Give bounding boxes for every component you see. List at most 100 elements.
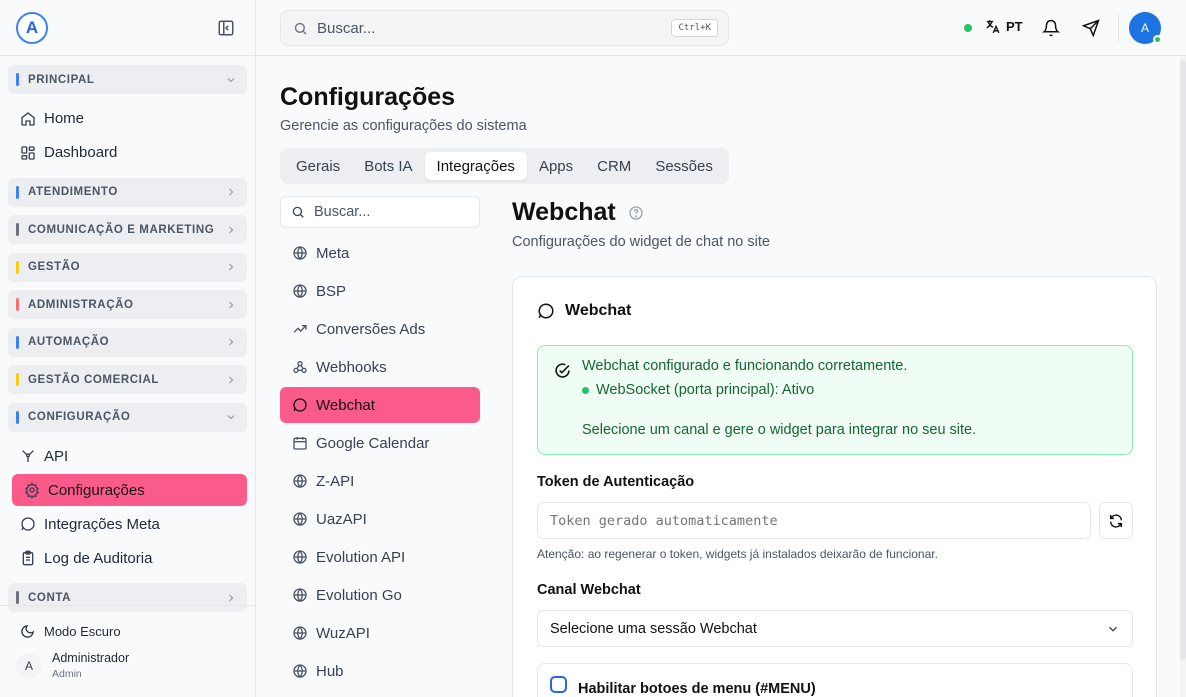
- dark-mode-label: Modo Escuro: [44, 623, 121, 639]
- tab-integracoes[interactable]: Integrações: [424, 152, 527, 180]
- sidebar-nav: PRINCIPAL Home Dashboard ATENDIMENTO COM…: [0, 56, 255, 612]
- global-search-input[interactable]: Buscar... Ctrl+K: [280, 10, 729, 46]
- integration-item-google-calendar[interactable]: Google Calendar: [280, 425, 480, 461]
- online-status-dot: [1153, 35, 1162, 44]
- integration-label: Z-API: [316, 472, 355, 490]
- alert-message: Webchat configurado e funcionando corret…: [582, 358, 908, 374]
- sidebar-collapse-icon[interactable]: [217, 19, 235, 37]
- trending-up-icon: [293, 325, 307, 333]
- integration-item-hub[interactable]: Hub: [280, 653, 480, 689]
- sidebar-item-configuracoes[interactable]: Configurações: [12, 474, 247, 506]
- regenerate-token-button[interactable]: [1099, 502, 1133, 539]
- tab-crm[interactable]: CRM: [585, 152, 643, 180]
- user-name: Administrador: [52, 651, 130, 665]
- group-color-bar: [16, 373, 19, 386]
- main-scrollbar[interactable]: [1180, 56, 1186, 697]
- group-label: GESTÃO: [28, 261, 81, 273]
- group-gestao[interactable]: GESTÃO: [8, 252, 247, 282]
- integration-item-webhooks[interactable]: Webhooks: [280, 349, 480, 385]
- topbar-divider: [1118, 14, 1119, 42]
- tab-gerais[interactable]: Gerais: [284, 152, 352, 180]
- message-circle-icon: [21, 517, 35, 531]
- websocket-status-text: WebSocket (porta principal): Ativo: [596, 382, 815, 398]
- group-atendimento[interactable]: ATENDIMENTO: [8, 177, 247, 207]
- group-comunicacao-marketing[interactable]: COMUNICAÇÃO E MARKETING: [8, 215, 247, 244]
- dark-mode-toggle[interactable]: Modo Escuro: [20, 620, 235, 642]
- group-color-bar: [16, 335, 19, 349]
- channel-select-value: Selecione uma sessão Webchat: [550, 620, 757, 637]
- chevron-down-icon: [1109, 626, 1117, 632]
- chevron-right-icon: [229, 338, 234, 346]
- sidebar-footer: Modo Escuro A Administrador Admin: [0, 605, 255, 697]
- group-principal[interactable]: PRINCIPAL: [8, 65, 247, 94]
- webhook-icon: [293, 361, 307, 373]
- api-icon: [22, 450, 34, 462]
- group-administracao[interactable]: ADMINISTRAÇÃO: [8, 290, 247, 319]
- sidebar-item-log-auditoria[interactable]: Log de Auditoria: [8, 542, 247, 574]
- group-color-bar: [16, 260, 19, 274]
- integration-item-webchat[interactable]: Webchat: [280, 387, 480, 423]
- user-avatar-button[interactable]: A: [1129, 12, 1162, 44]
- menu-buttons-checkbox[interactable]: [550, 676, 567, 693]
- tab-sessoes[interactable]: Sessões: [643, 152, 725, 180]
- connection-status-dot: [964, 24, 972, 32]
- check-circle-icon: [555, 363, 570, 378]
- tab-bots-ia[interactable]: Bots IA: [352, 152, 424, 180]
- integration-item-evolution-go[interactable]: Evolution Go: [280, 577, 480, 613]
- integration-item-uazapi[interactable]: UazAPI: [280, 501, 480, 537]
- globe-icon: [293, 284, 307, 299]
- user-menu[interactable]: A Administrador Admin: [16, 651, 235, 680]
- integration-label: Webhooks: [316, 358, 387, 376]
- group-label: CONFIGURAÇÃO: [28, 411, 131, 423]
- integration-item-evolution-api[interactable]: Evolution API: [280, 539, 480, 575]
- token-hint: Atenção: ao regenerar o token, widgets j…: [537, 547, 938, 561]
- token-label: Token de Autenticação: [537, 474, 695, 490]
- user-avatar: A: [16, 652, 42, 679]
- sidebar-item-dashboard[interactable]: Dashboard: [8, 137, 247, 169]
- integration-label: Webchat: [316, 396, 375, 414]
- integration-item-bsp[interactable]: BSP: [280, 273, 480, 309]
- menu-buttons-option: Habilitar botoes de menu (#MENU): [537, 663, 1133, 697]
- tab-apps[interactable]: Apps: [527, 152, 585, 180]
- globe-icon: [293, 588, 307, 603]
- search-placeholder: Buscar...: [317, 19, 376, 37]
- chevron-right-icon: [229, 226, 234, 233]
- group-label: GESTÃO COMERCIAL: [28, 373, 159, 386]
- globe-icon: [293, 550, 307, 565]
- group-configuracao[interactable]: CONFIGURAÇÃO: [8, 402, 247, 432]
- group-label: PRINCIPAL: [28, 73, 95, 86]
- app-logo[interactable]: A: [16, 11, 48, 44]
- integration-label: BSP: [316, 282, 347, 300]
- user-role: Admin: [52, 668, 82, 680]
- send-icon[interactable]: [1082, 19, 1100, 37]
- help-circle-icon[interactable]: [628, 205, 644, 221]
- integration-label: Evolution API: [316, 548, 406, 566]
- search-shortcut: Ctrl+K: [671, 19, 718, 37]
- integration-item-conversoes-ads[interactable]: Conversões Ads: [280, 311, 480, 347]
- group-color-bar: [16, 185, 19, 199]
- group-label: CONTA: [28, 591, 72, 604]
- token-input[interactable]: [537, 502, 1091, 539]
- scrollbar-thumb[interactable]: [1180, 60, 1186, 660]
- integration-item-meta[interactable]: Meta: [280, 235, 480, 271]
- group-color-bar: [16, 410, 19, 424]
- chevron-right-icon: [229, 263, 234, 271]
- integrations-search-input[interactable]: Buscar...: [280, 196, 480, 228]
- channel-select[interactable]: Selecione uma sessão Webchat: [537, 610, 1133, 647]
- webchat-title: Webchat: [512, 198, 644, 227]
- group-color-bar: [16, 591, 19, 604]
- sidebar-item-api[interactable]: API: [8, 440, 247, 472]
- settings-tabs: Gerais Bots IA Integrações Apps CRM Sess…: [280, 148, 729, 184]
- moon-icon: [21, 624, 34, 638]
- bell-icon[interactable]: [1042, 19, 1060, 37]
- sidebar-item-home[interactable]: Home: [8, 103, 247, 135]
- sidebar-item-integracoes-meta[interactable]: Integrações Meta: [8, 508, 247, 540]
- language-switcher[interactable]: PT: [984, 18, 1023, 35]
- integration-label: Meta: [316, 244, 350, 262]
- group-color-bar: [16, 223, 19, 236]
- calendar-icon: [293, 437, 307, 450]
- group-automacao[interactable]: AUTOMAÇÃO: [8, 327, 247, 357]
- integration-item-z-api[interactable]: Z-API: [280, 463, 480, 499]
- integration-item-wuzapi[interactable]: WuzAPI: [280, 615, 480, 651]
- group-gestao-comercial[interactable]: GESTÃO COMERCIAL: [8, 365, 247, 394]
